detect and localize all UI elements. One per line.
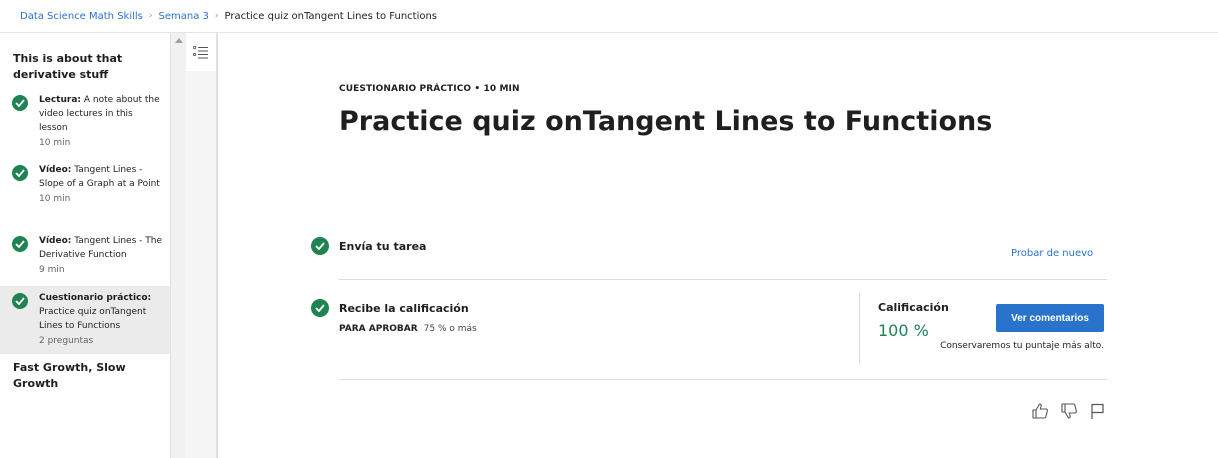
item-type: Cuestionario práctico: (39, 293, 152, 303)
item-meta: 10 min (39, 138, 71, 148)
grade-step-label: Recibe la calificación (339, 302, 469, 315)
chevron-right-icon: › (214, 11, 219, 21)
sidebar-item-quiz[interactable]: Cuestionario práctico: Practice quiz onT… (0, 286, 170, 354)
outline-toggle-button[interactable] (186, 33, 216, 71)
pass-value: 75 % o más (423, 324, 477, 334)
retry-link[interactable]: Probar de nuevo (1011, 248, 1093, 259)
view-feedback-button[interactable]: Ver comentarios (996, 304, 1104, 332)
check-circle-icon (311, 237, 329, 255)
divider (339, 379, 1107, 380)
check-circle-icon (12, 236, 28, 252)
sidebar-scrollbar[interactable] (170, 33, 186, 458)
thumbs-down-icon[interactable] (1060, 402, 1078, 420)
item-type: Lectura: (39, 95, 81, 105)
sidebar-section-title[interactable]: This is about that derivative stuff (0, 51, 160, 83)
sidebar-item-video-1[interactable]: Vídeo: Tangent Lines - Slope of a Graph … (0, 163, 170, 206)
divider (339, 279, 1107, 280)
item-meta: 10 min (39, 194, 71, 204)
item-type: Vídeo: (39, 236, 72, 246)
check-circle-icon (311, 299, 329, 317)
sidebar-section-title[interactable]: Fast Growth, Slow Growth (0, 360, 160, 392)
breadcrumb-week-link[interactable]: Semana 3 (159, 11, 209, 22)
item-title: Practice quiz onTangent Lines to Functio… (39, 307, 147, 331)
check-circle-icon (12, 95, 28, 111)
item-type: Vídeo: (39, 165, 72, 175)
course-outline-sidebar: This is about that derivative stuff Lect… (0, 33, 170, 458)
item-meta: 9 min (39, 265, 65, 275)
submit-step-label: Envía tu tarea (339, 240, 427, 253)
sidebar-item-video-2[interactable]: Vídeo: Tangent Lines - The Derivative Fu… (0, 234, 170, 277)
pass-requirement: PARA APROBAR 75 % o más (339, 324, 477, 334)
grade-label: Calificación (878, 301, 949, 314)
breadcrumb-course-link[interactable]: Data Science Math Skills (20, 11, 143, 22)
breadcrumb-current: Practice quiz onTangent Lines to Functio… (224, 10, 438, 22)
check-circle-icon (12, 165, 28, 181)
grade-value: 100 % (878, 321, 929, 340)
highest-score-note: Conservaremos tu puntaje más alto. (940, 341, 1104, 351)
chevron-right-icon: › (148, 11, 153, 21)
item-meta: 2 preguntas (39, 336, 94, 346)
scroll-up-arrow-icon[interactable] (175, 38, 183, 43)
pass-label: PARA APROBAR (339, 324, 418, 334)
item-kicker: CUESTIONARIO PRÁCTICO • 10 MIN (339, 84, 520, 94)
list-outline-icon (193, 46, 208, 59)
thumbs-up-icon[interactable] (1031, 402, 1049, 420)
breadcrumb: Data Science Math Skills › Semana 3 › Pr… (0, 0, 1218, 33)
page-title: Practice quiz onTangent Lines to Functio… (339, 106, 993, 137)
sidebar-item-lectura[interactable]: Lectura: A note about the video lectures… (0, 93, 170, 150)
vertical-divider (859, 293, 860, 365)
outline-toggle-column (186, 33, 218, 458)
check-circle-icon (12, 293, 28, 309)
flag-icon[interactable] (1089, 402, 1107, 420)
